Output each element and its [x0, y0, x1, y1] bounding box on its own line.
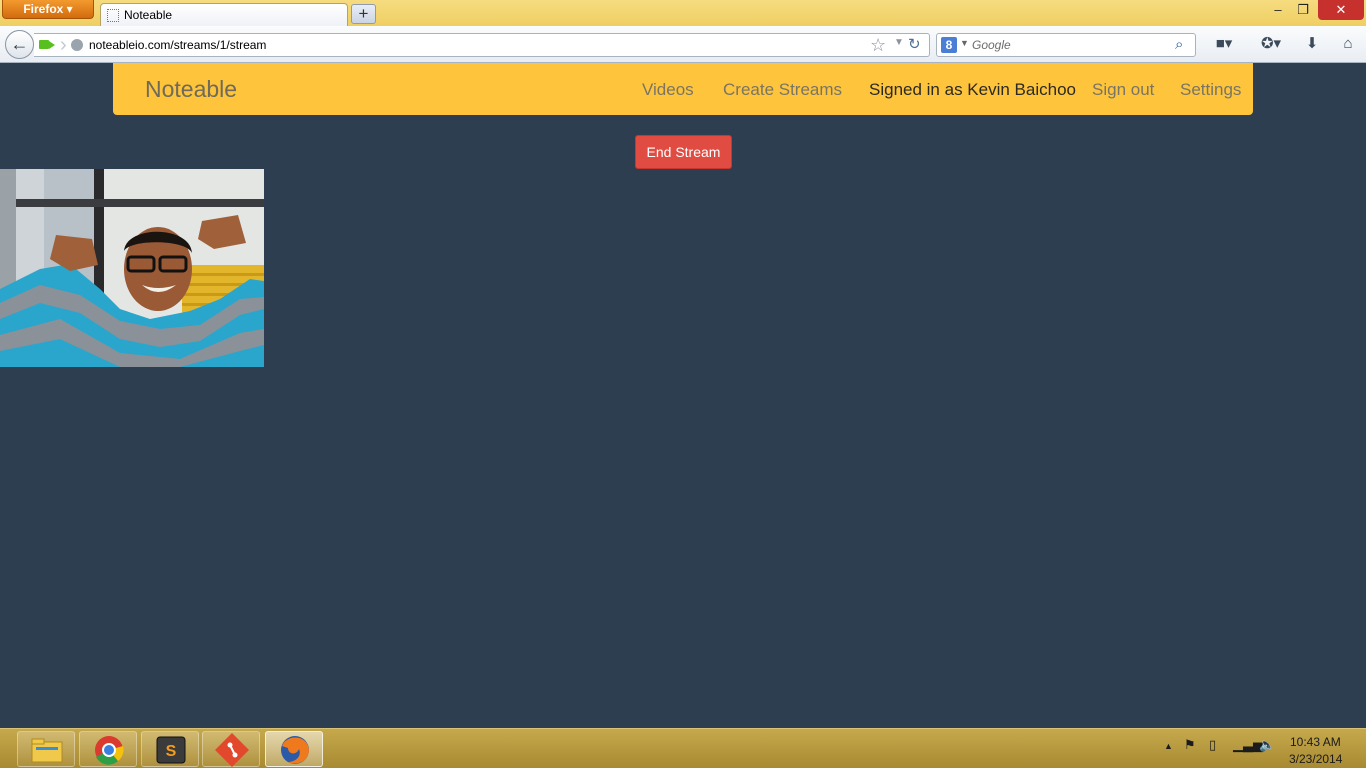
git-icon: [215, 733, 249, 767]
taskbar-sublime-text[interactable]: S: [141, 731, 199, 767]
clock-date[interactable]: 3/23/2014: [1289, 752, 1342, 766]
nav-sign-out[interactable]: Sign out: [1092, 80, 1154, 100]
restore-button[interactable]: ❐: [1291, 0, 1315, 20]
show-hidden-icons[interactable]: ▲: [1164, 741, 1173, 751]
home-icon[interactable]: ⌂: [1337, 33, 1359, 55]
engine-dropdown-icon[interactable]: ▼: [960, 38, 969, 48]
video-camera-icon[interactable]: ■▾: [1208, 33, 1240, 55]
close-window-button[interactable]: ✕: [1318, 0, 1364, 20]
nav-videos[interactable]: Videos: [642, 80, 694, 100]
taskbar: S ▲ ⚑ ▯ ▁▃▅ 🔈 10:43 AM 3/23/2014: [0, 728, 1366, 768]
address-bar[interactable]: › noteableio.com/streams/1/stream ☆ ▼ ↻: [34, 33, 930, 57]
end-stream-button[interactable]: End Stream: [635, 135, 732, 169]
search-icon[interactable]: ⌕: [1175, 34, 1183, 56]
globe-icon[interactable]: [71, 39, 83, 51]
clock-time[interactable]: 10:43 AM: [1290, 735, 1341, 749]
signed-in-user: Signed in as Kevin Baichoo: [869, 80, 1076, 99]
tab-title: Noteable: [124, 8, 173, 22]
chrome-icon: [95, 736, 124, 765]
brand-link[interactable]: Noteable: [145, 76, 237, 103]
svg-text:S: S: [166, 743, 177, 760]
nav-create-streams[interactable]: Create Streams: [723, 80, 842, 100]
site-navbar: Noteable Videos Create Streams Signed in…: [113, 63, 1253, 115]
action-center-flag-icon[interactable]: ⚑: [1184, 737, 1196, 753]
minimize-button[interactable]: –: [1266, 0, 1290, 20]
identity-separator-icon: ›: [60, 34, 67, 56]
taskbar-file-explorer[interactable]: [17, 731, 75, 767]
nav-settings[interactable]: Settings: [1180, 80, 1241, 100]
volume-icon[interactable]: 🔈: [1259, 737, 1275, 753]
downloads-icon[interactable]: ⬇: [1302, 33, 1322, 55]
url-text[interactable]: noteableio.com/streams/1/stream: [89, 38, 266, 52]
webcam-video: [0, 169, 264, 367]
taskbar-chrome[interactable]: [79, 731, 137, 767]
history-dropdown-icon[interactable]: ▼: [894, 37, 904, 48]
new-tab-button[interactable]: +: [351, 4, 376, 24]
search-bar[interactable]: 8 ▼ Google ⌕: [936, 33, 1196, 57]
device-icon[interactable]: ▯: [1209, 737, 1216, 753]
browser-toolbar: › noteableio.com/streams/1/stream ☆ ▼ ↻ …: [0, 26, 1366, 63]
file-explorer-icon: [31, 738, 63, 763]
firefox-icon: [281, 736, 309, 764]
bookmarks-menu-icon[interactable]: ✪▾: [1254, 33, 1288, 55]
taskbar-git[interactable]: [202, 731, 260, 767]
back-button[interactable]: ←: [5, 30, 34, 59]
firefox-menu-button[interactable]: Firefox ▾: [2, 0, 94, 19]
bookmark-star-icon[interactable]: ☆: [870, 34, 886, 56]
webcam-frame-image: [0, 169, 264, 367]
camera-sharing-icon[interactable]: [39, 40, 55, 49]
google-engine-icon[interactable]: 8: [941, 37, 957, 53]
title-bar: Firefox ▾ Noteable + – ❐ ✕: [0, 0, 1366, 27]
taskbar-firefox[interactable]: [265, 731, 323, 767]
reload-icon[interactable]: ↻: [908, 35, 921, 55]
sublime-text-icon: S: [156, 736, 186, 764]
blank-page-icon: [107, 9, 119, 22]
tab-noteable[interactable]: Noteable: [100, 3, 348, 27]
search-input[interactable]: Google: [972, 38, 1011, 52]
back-arrow-icon: ←: [10, 34, 29, 54]
